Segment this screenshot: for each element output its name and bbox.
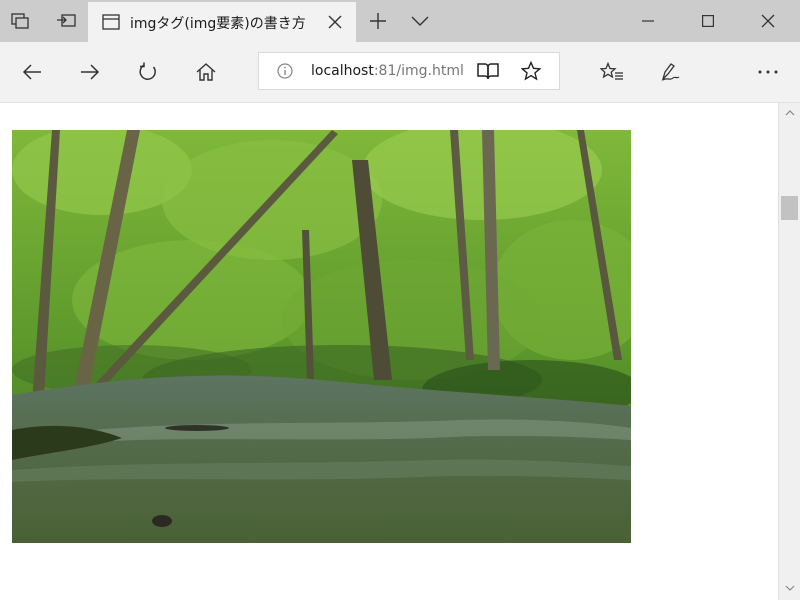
star-icon — [521, 61, 541, 81]
address-bar[interactable]: localhost:81/img.html — [258, 52, 560, 90]
tab-actions-button[interactable] — [0, 0, 40, 42]
new-tab-button[interactable] — [358, 0, 398, 42]
refresh-button[interactable] — [128, 52, 168, 92]
chevron-down-icon — [411, 16, 429, 26]
forest-river-image — [12, 130, 631, 543]
book-icon — [477, 62, 499, 80]
close-window-button[interactable] — [740, 0, 796, 42]
set-aside-tabs-button[interactable] — [46, 0, 86, 42]
url-host: localhost — [311, 63, 374, 79]
minimize-icon — [642, 20, 654, 22]
title-bar: imgタグ(img要素)の書き方 — [0, 0, 800, 42]
maximize-button[interactable] — [680, 0, 736, 42]
back-button[interactable] — [12, 52, 52, 92]
chevron-up-icon — [785, 110, 795, 116]
favorite-button[interactable] — [521, 61, 541, 81]
navigation-bar: localhost:81/img.html — [0, 42, 800, 103]
minimize-button[interactable] — [620, 0, 676, 42]
scrollbar-thumb[interactable] — [781, 196, 798, 220]
chevron-down-icon — [785, 585, 795, 591]
pen-icon — [660, 62, 680, 82]
tab-preview-button[interactable] — [400, 0, 440, 42]
forward-button[interactable] — [70, 52, 110, 92]
reading-view-button[interactable] — [477, 62, 499, 80]
tab-title: imgタグ(img要素)の書き方 — [130, 16, 306, 32]
page-icon — [102, 14, 120, 30]
vertical-scrollbar[interactable] — [778, 103, 800, 600]
back-arrow-icon — [22, 63, 42, 81]
page-content — [0, 103, 778, 600]
close-icon — [328, 15, 342, 29]
maximize-icon — [702, 15, 714, 27]
url-text[interactable]: localhost:81/img.html — [311, 53, 469, 89]
home-icon — [196, 63, 216, 81]
refresh-icon — [138, 62, 158, 82]
scroll-down-button[interactable] — [779, 580, 800, 596]
url-path: :81/img.html — [373, 63, 464, 79]
info-icon[interactable] — [277, 63, 293, 79]
favorites-icon — [600, 62, 624, 82]
active-tab[interactable]: imgタグ(img要素)の書き方 — [88, 2, 356, 42]
forward-arrow-icon — [80, 63, 100, 81]
close-tab-button[interactable] — [323, 10, 347, 34]
web-note-button[interactable] — [650, 52, 690, 92]
home-button[interactable] — [186, 52, 226, 92]
close-icon — [761, 14, 775, 28]
tab-actions-icon — [11, 13, 29, 29]
more-icon — [758, 70, 778, 74]
plus-icon — [369, 12, 387, 30]
more-button[interactable] — [748, 52, 788, 92]
set-aside-tabs-icon — [56, 13, 76, 29]
favorites-hub-button[interactable] — [592, 52, 632, 92]
scroll-up-button[interactable] — [779, 105, 800, 121]
